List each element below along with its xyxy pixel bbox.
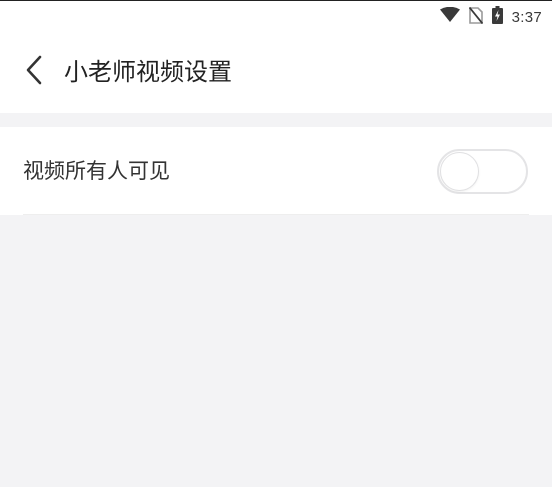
no-sim-icon (468, 6, 483, 28)
back-button[interactable] (14, 52, 54, 92)
setting-label-video-visibility: 视频所有人可见 (23, 159, 170, 183)
settings-list: 视频所有人可见 (0, 127, 552, 215)
wifi-icon (439, 6, 460, 27)
page-title: 小老师视频设置 (64, 58, 232, 86)
status-icons: 3:37 (439, 5, 542, 29)
status-bar: 3:37 (0, 0, 552, 32)
row-divider (23, 214, 529, 215)
setting-row-video-visibility: 视频所有人可见 (0, 127, 552, 215)
toggle-knob (440, 152, 479, 191)
settings-screen: 3:37 小老师视频设置 视频所有人可见 (0, 0, 552, 487)
chevron-left-icon (24, 55, 44, 89)
battery-charging-icon (491, 6, 503, 28)
status-time: 3:37 (511, 8, 542, 26)
app-bar: 小老师视频设置 (0, 32, 552, 113)
video-visibility-toggle[interactable] (437, 149, 528, 194)
